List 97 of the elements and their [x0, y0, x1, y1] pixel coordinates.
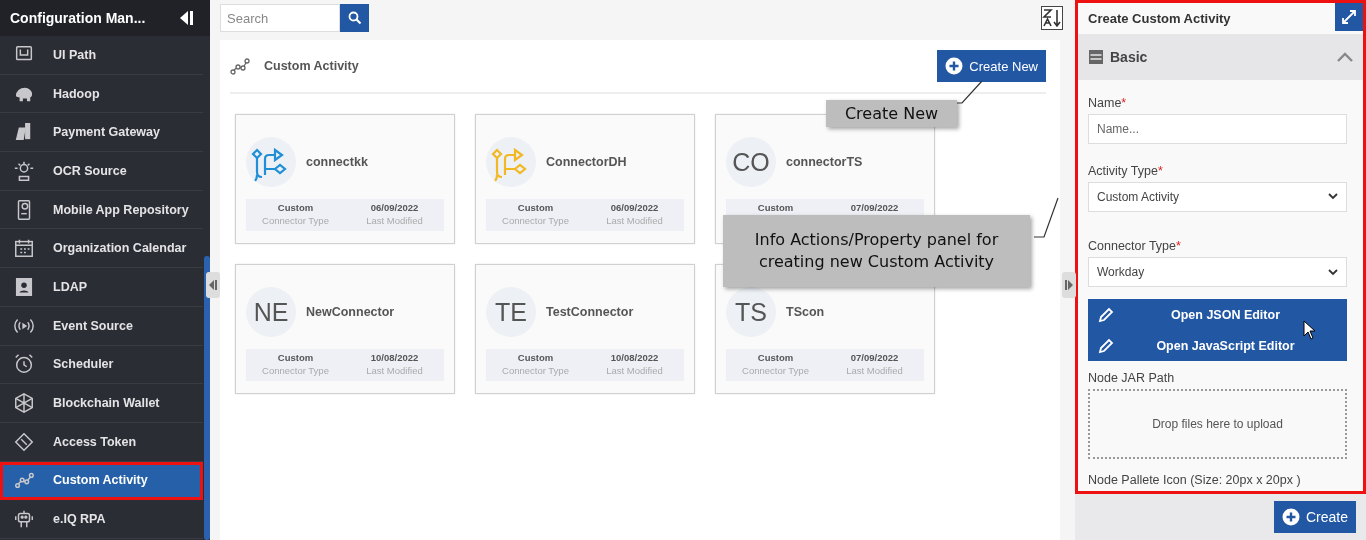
- editor-button[interactable]: Open JavaScript Editor: [1088, 330, 1347, 362]
- panel-title: Create Custom Activity: [1088, 11, 1231, 26]
- sidebar-item[interactable]: OCR Source: [0, 152, 203, 191]
- sidebar-title: Configuration Man...: [10, 10, 146, 26]
- mouse-cursor-icon: [1303, 320, 1317, 340]
- field-label: Name*: [1088, 96, 1128, 110]
- connector-icon: [486, 137, 536, 187]
- callout-tooltip: Create New: [826, 100, 957, 127]
- card-title: TestConnector: [546, 305, 634, 319]
- collapse-handle[interactable]: [206, 272, 220, 298]
- dropdown[interactable]: Workday: [1088, 257, 1347, 288]
- search-icon: [347, 11, 362, 25]
- connector-card[interactable]: ConnectorDH Custom Connector Type 06/09/2022 Last Modified: [475, 114, 695, 244]
- expand-icon: [1341, 9, 1357, 25]
- connector-type: Custom: [276, 352, 315, 364]
- chevron-icon[interactable]: [1337, 52, 1353, 62]
- modified-date: 06/09/2022: [369, 202, 420, 214]
- sidebar-item[interactable]: Mobile App Repository: [0, 190, 203, 230]
- sidebar-item[interactable]: Blockchain Wallet: [0, 384, 203, 423]
- sort-icon[interactable]: [1041, 6, 1063, 30]
- field-caption: Connector Type: [261, 214, 330, 228]
- connector-icon: [246, 137, 296, 187]
- connector-type: Custom: [756, 352, 795, 364]
- field-caption: Connector Type: [261, 364, 330, 378]
- plus-icon: [945, 57, 964, 75]
- network-icon: [13, 392, 35, 415]
- section-header[interactable]: Basic: [1078, 34, 1363, 80]
- card-title: TScon: [786, 305, 825, 319]
- connector-type: Custom: [516, 202, 555, 214]
- field-caption: Last Modified: [845, 364, 904, 378]
- connector-card[interactable]: connectkk Custom Connector Type 06/09/2022 Last Modified: [235, 114, 455, 244]
- field-caption: Connector Type: [501, 214, 570, 228]
- field-caption: Last Modified: [365, 364, 424, 378]
- expand-button[interactable]: [1335, 3, 1363, 31]
- field-caption: Connector Type: [741, 364, 810, 378]
- search-button[interactable]: [340, 4, 369, 32]
- field-label: Activity Type*: [1088, 163, 1164, 178]
- file-dropzone[interactable]: Drop files here to upload: [1088, 389, 1347, 459]
- pencil-icon: [1098, 337, 1114, 354]
- sidebar-item[interactable]: Event Source: [0, 306, 203, 346]
- modified-date: 06/09/2022: [609, 202, 660, 214]
- connector-type: Custom: [276, 202, 315, 214]
- sidebar-item[interactable]: Hadoop: [0, 74, 203, 114]
- caret-icon: [1328, 193, 1338, 201]
- sidebar-item[interactable]: e.IQ RPA: [0, 500, 203, 539]
- calendar-icon: [13, 237, 35, 260]
- field-caption: Last Modified: [605, 364, 664, 378]
- plus-icon: [1281, 508, 1300, 526]
- leader-line: [955, 80, 983, 104]
- form-icon: [1088, 49, 1104, 65]
- modified-date: 07/09/2022: [849, 202, 900, 214]
- section-title: Custom Activity: [264, 59, 359, 73]
- field-caption: Last Modified: [605, 214, 664, 228]
- initials-avatar: CO: [726, 137, 776, 187]
- dropdown[interactable]: Custom Activity: [1088, 181, 1347, 212]
- card-title: ConnectorDH: [546, 155, 627, 169]
- connector-card[interactable]: TE TestConnector Custom Connector Type 10/08/2022 Last Modified: [475, 264, 695, 394]
- connector-type: Custom: [516, 352, 555, 364]
- sidebar-item[interactable]: LDAP: [0, 268, 203, 307]
- sidebar-item[interactable]: Access Token: [0, 422, 203, 462]
- sidebar-item[interactable]: Custom Activity: [0, 461, 203, 501]
- editor-button[interactable]: Open JSON Editor: [1088, 299, 1347, 331]
- search-field[interactable]: Search: [220, 4, 340, 32]
- connector-card[interactable]: NE NewConnector Custom Connector Type 10/08/2022 Last Modified: [235, 264, 455, 394]
- card-title: connectkk: [306, 155, 368, 169]
- nodes-icon: [230, 57, 250, 75]
- sidebar-item[interactable]: Payment Gateway: [0, 113, 203, 153]
- field-label: Node JAR Path: [1088, 371, 1176, 386]
- initials-avatar: NE: [246, 287, 296, 337]
- expand-handle[interactable]: [1062, 272, 1076, 298]
- modified-date: 10/08/2022: [369, 352, 420, 364]
- field-caption: Connector Type: [501, 364, 570, 378]
- modified-date: 07/09/2022: [849, 352, 900, 364]
- section-title: Basic: [1110, 49, 1148, 65]
- caret-icon: [1328, 268, 1338, 276]
- scrollbar[interactable]: [204, 256, 210, 540]
- collapse-icon[interactable]: [178, 10, 194, 26]
- sidebar-item[interactable]: Scheduler: [0, 345, 203, 385]
- card-title: connectorTS: [786, 155, 863, 169]
- alarm-clock-icon: [13, 353, 35, 376]
- create-button[interactable]: Create: [1273, 501, 1356, 533]
- initials-avatar: TE: [486, 287, 536, 337]
- card-title: NewConnector: [306, 305, 395, 319]
- contact-icon: [13, 275, 35, 298]
- sidebar-item[interactable]: UI Path: [0, 36, 203, 75]
- field-caption: Last Modified: [365, 214, 424, 228]
- name-field[interactable]: Name...: [1088, 114, 1347, 145]
- callout-tooltip: Info Actions/Property panel for creating new Custom Activity: [723, 215, 1030, 287]
- connector-type: Custom: [756, 202, 795, 214]
- sidebar-item[interactable]: Organization Calendar: [0, 229, 203, 269]
- initials-avatar: TS: [726, 287, 776, 337]
- field-label: Connector Type*: [1088, 239, 1182, 254]
- leader-line: [1033, 196, 1059, 240]
- modified-date: 10/08/2022: [609, 352, 660, 364]
- create-new-button[interactable]: Create New: [937, 50, 1046, 82]
- field-label: Node Pallete Icon (Size: 20px x 20px ): [1088, 473, 1302, 487]
- pencil-icon: [1098, 306, 1114, 323]
